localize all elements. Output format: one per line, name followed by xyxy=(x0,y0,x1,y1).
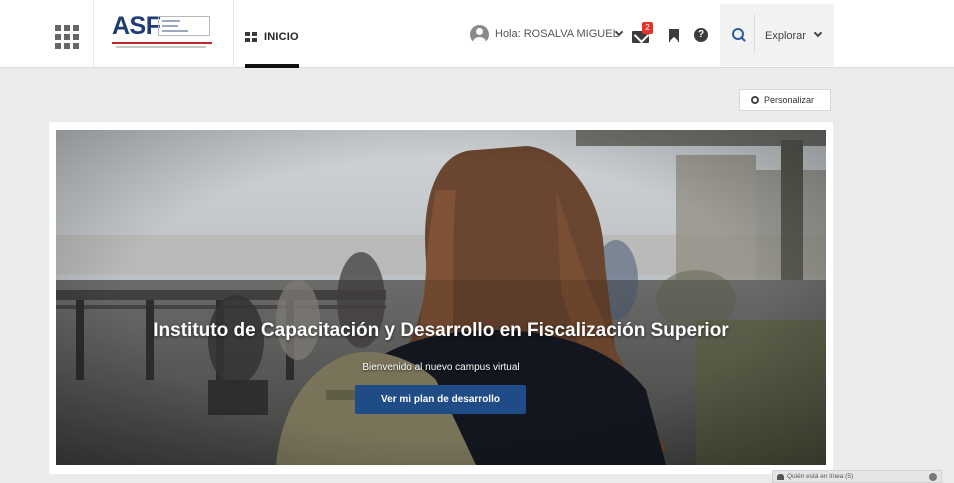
user-greeting: Hola: ROSALVA MIGUEL xyxy=(495,28,619,40)
gear-icon[interactable] xyxy=(929,473,937,481)
navbar-divider xyxy=(754,14,755,54)
development-plan-button[interactable]: Ver mi plan de desarrollo xyxy=(355,385,526,414)
personalize-label: Personalizar xyxy=(764,95,815,105)
help-icon[interactable]: ? xyxy=(694,28,708,42)
apps-grid-icon[interactable] xyxy=(50,20,80,50)
hero-background-image xyxy=(56,130,826,465)
active-tab-indicator xyxy=(245,64,299,68)
navbar-divider xyxy=(233,0,234,68)
online-users-bar[interactable]: Quién está en línea (5) xyxy=(772,470,942,483)
logo-text: ASF xyxy=(112,12,161,40)
gear-icon xyxy=(751,96,759,104)
nav-tab-inicio[interactable]: INICIO xyxy=(243,20,299,68)
user-avatar-icon xyxy=(470,25,489,44)
explore-label: Explorar xyxy=(765,30,806,42)
nav-tab-label: INICIO xyxy=(264,31,299,43)
logo-red-bar xyxy=(112,42,212,44)
online-users-label: Quién está en línea (5) xyxy=(787,473,854,480)
personalize-button[interactable]: Personalizar xyxy=(739,89,831,111)
hero-banner: Instituto de Capacitación y Desarrollo e… xyxy=(56,130,826,465)
users-icon xyxy=(777,474,784,480)
search-icon[interactable] xyxy=(732,28,746,42)
hero-title: Instituto de Capacitación y Desarrollo e… xyxy=(153,320,729,341)
messages-button[interactable]: 2 xyxy=(630,22,653,46)
top-navbar: ASF INICIO Hola: ROSALVA MIGUEL 2 ? Expl… xyxy=(0,0,954,68)
asf-logo[interactable]: ASF xyxy=(112,13,214,51)
unread-badge: 2 xyxy=(642,22,653,34)
dashboard-icon xyxy=(245,32,257,42)
hero-subtitle: Bienvenido al nuevo campus virtual xyxy=(362,362,520,373)
navbar-divider xyxy=(93,0,94,68)
logo-caption xyxy=(116,46,206,48)
bookmark-icon[interactable] xyxy=(669,29,679,42)
